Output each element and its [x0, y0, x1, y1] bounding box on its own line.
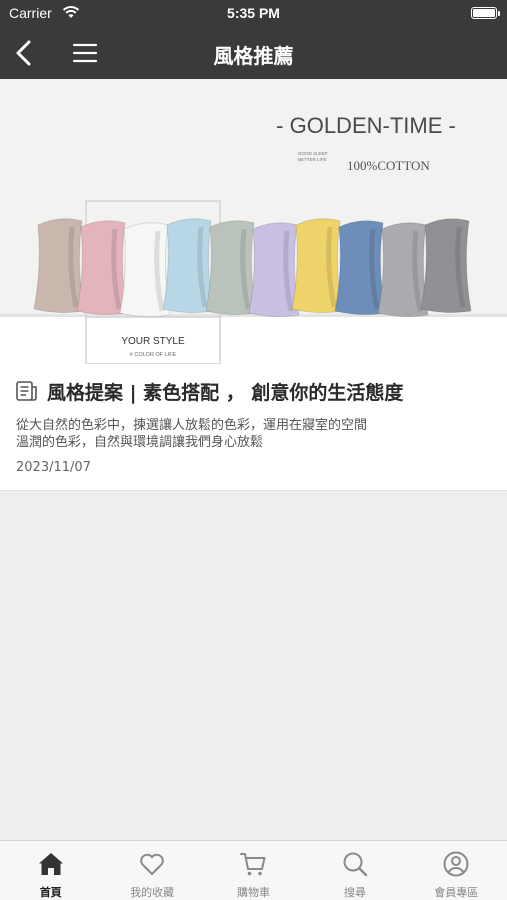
article-icon [16, 381, 37, 401]
image-color-of-life: # COLOR OF LIFE [130, 352, 177, 358]
status-time: 5:35 PM [227, 5, 280, 21]
article-card[interactable]: - GOLDEN-TIME - GOOD SLEEP BETTER LIFE 1… [0, 79, 507, 491]
home-icon [38, 853, 63, 875]
article-title: 風格提案 | 素色搭配 ， 創意你的生活態度 [47, 382, 404, 404]
tab-home-label: 首頁 [39, 886, 62, 899]
navigation-bar: 風格推薦 [0, 28, 507, 79]
article-date: 2023/11/07 [16, 460, 91, 475]
heart-icon [140, 853, 164, 875]
article-description-line1: 從大自然的色彩中，揀選讓人放鬆的色彩，運用在寢室的空間 [16, 418, 368, 433]
tab-home[interactable]: 首頁 [0, 841, 101, 900]
image-style: YOUR STYLE [121, 336, 185, 347]
article-title-row[interactable]: 風格提案 | 素色搭配 ， 創意你的生活態度 [16, 378, 496, 406]
user-icon [443, 851, 469, 877]
battery-icon [471, 7, 500, 19]
tab-cart[interactable]: 購物車 [203, 841, 304, 900]
search-icon [343, 852, 368, 877]
article-description-line2: 溫潤的色彩，自然與環境調讓我們身心放鬆 [16, 435, 264, 450]
tab-member[interactable]: 會員專區 [406, 841, 507, 900]
article-description: 從大自然的色彩中，揀選讓人放鬆的色彩，運用在寢室的空間 溫潤的色彩，自然與環境調… [16, 417, 486, 451]
tab-member-label: 會員專區 [434, 886, 479, 899]
tab-search[interactable]: 搜尋 [304, 841, 405, 900]
image-small-line1: GOOD SLEEP [298, 151, 328, 156]
tab-bar: 首頁 我的收藏 購物車 搜尋 會員專區 [0, 840, 507, 900]
image-headline: - GOLDEN-TIME - [276, 113, 456, 138]
page-title: 風格推薦 [213, 44, 294, 68]
cart-icon [240, 853, 266, 876]
tab-favorites[interactable]: 我的收藏 [101, 841, 202, 900]
tab-favorites-label: 我的收藏 [130, 886, 175, 899]
tab-cart-label: 購物車 [236, 886, 270, 899]
image-small-line2: BETTER LIFE [298, 157, 327, 162]
status-bar: Carrier 5:35 PM [0, 0, 507, 28]
pillow-photo: - GOLDEN-TIME - GOOD SLEEP BETTER LIFE 1… [0, 79, 507, 364]
article-hero-image[interactable]: - GOLDEN-TIME - GOOD SLEEP BETTER LIFE 1… [0, 79, 507, 364]
tab-search-label: 搜尋 [343, 886, 366, 899]
image-cotton: 100%COTTON [347, 158, 430, 173]
top-bar: Carrier 5:35 PM 風格推薦 [0, 0, 507, 79]
